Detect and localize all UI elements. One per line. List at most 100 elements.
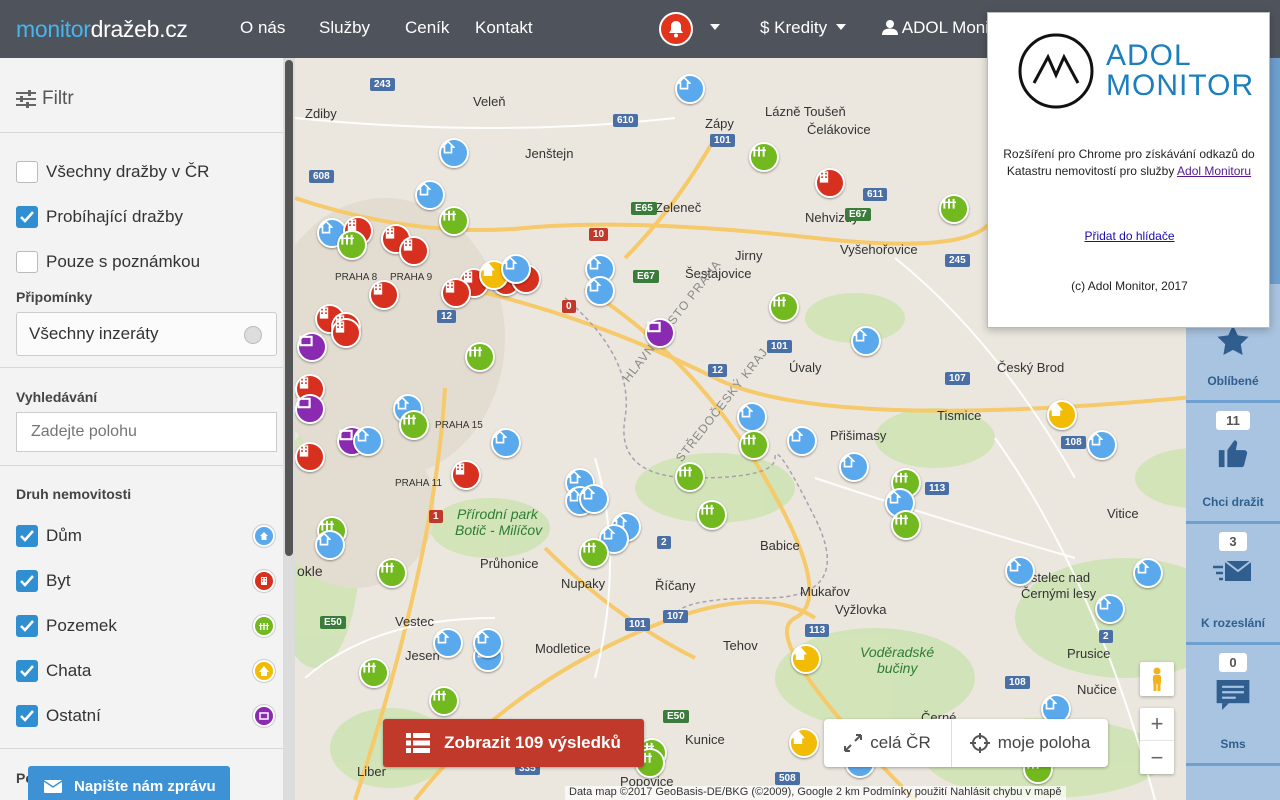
map-marker-house[interactable] — [851, 326, 881, 356]
map-label: Zdiby — [305, 106, 337, 121]
map-marker-house[interactable] — [1005, 556, 1035, 586]
checkbox-checked[interactable] — [16, 525, 38, 547]
my-location-button[interactable]: moje poloha — [952, 733, 1108, 753]
map-marker-land[interactable] — [439, 206, 469, 236]
whole-country-button[interactable]: celá ČR — [824, 719, 952, 767]
location-search-input[interactable] — [16, 412, 277, 452]
zoom-in-button[interactable]: + — [1140, 708, 1174, 741]
checkbox[interactable] — [16, 161, 38, 183]
map-marker-land[interactable] — [377, 558, 407, 588]
map-marker-house[interactable] — [1087, 430, 1117, 460]
map-marker-house[interactable] — [579, 484, 609, 514]
credits-menu[interactable]: $ Kredity — [760, 18, 827, 38]
more-tile[interactable] — [1186, 766, 1280, 800]
tile-label: Oblíbené — [1207, 374, 1259, 388]
map-marker-land[interactable] — [749, 142, 779, 172]
road-number: 2 — [657, 536, 671, 549]
notifications-bell-icon[interactable] — [659, 12, 693, 46]
type-flat[interactable]: Byt — [16, 570, 275, 592]
map-marker-land[interactable] — [399, 410, 429, 440]
map-label: Tismice — [937, 408, 982, 423]
map-marker-chata[interactable] — [1047, 400, 1077, 430]
option-running-auctions[interactable]: Probíhající dražby — [16, 206, 183, 228]
map-marker-flat[interactable] — [815, 168, 845, 198]
map-marker-land[interactable] — [675, 462, 705, 492]
checkbox-checked[interactable] — [16, 660, 38, 682]
map-marker-house[interactable] — [737, 402, 767, 432]
map-marker-flat[interactable] — [295, 442, 325, 472]
road-number: 608 — [309, 170, 334, 183]
map-marker-other[interactable] — [297, 332, 327, 362]
sidebar-scrollbar[interactable] — [283, 58, 295, 800]
reminders-select[interactable]: Všechny inzeráty — [16, 312, 277, 356]
map-marker-flat[interactable] — [331, 318, 361, 348]
option-all-auctions[interactable]: Všechny dražby v ČR — [16, 161, 209, 183]
type-land[interactable]: Pozemek — [16, 615, 275, 637]
checkbox-checked[interactable] — [16, 615, 38, 637]
option-with-notes[interactable]: Pouze s poznámkou — [16, 251, 200, 273]
show-results-button[interactable]: Zobrazit 109 výsledků — [383, 719, 644, 767]
map-marker-house[interactable] — [1095, 594, 1125, 624]
map-marker-other[interactable] — [295, 394, 325, 424]
map-marker-land[interactable] — [739, 430, 769, 460]
map-marker-house[interactable] — [315, 530, 345, 560]
checkbox-checked[interactable] — [16, 570, 38, 592]
sms-tile[interactable]: 0 Sms — [1186, 645, 1280, 763]
map-marker-land[interactable] — [337, 230, 367, 260]
map-marker-flat[interactable] — [369, 280, 399, 310]
nav-about[interactable]: O nás — [240, 18, 285, 38]
want-to-bid-tile[interactable]: 11 Chci dražit — [1186, 403, 1280, 521]
check-icon — [20, 530, 34, 542]
map-marker-land[interactable] — [359, 658, 389, 688]
nav-services[interactable]: Služby — [319, 18, 370, 38]
type-cottage[interactable]: Chata — [16, 660, 275, 682]
map-marker-house[interactable] — [491, 428, 521, 458]
map-marker-house[interactable] — [473, 628, 503, 658]
road-number: 101 — [710, 134, 735, 147]
write-message-button[interactable]: Napište nám zprávu — [28, 766, 230, 800]
map-marker-house[interactable] — [839, 452, 869, 482]
type-label: Chata — [46, 661, 92, 680]
map-marker-flat[interactable] — [451, 460, 481, 490]
map-marker-land[interactable] — [697, 500, 727, 530]
scrollbar-thumb[interactable] — [285, 60, 293, 556]
map-marker-land[interactable] — [579, 538, 609, 568]
nav-contact[interactable]: Kontakt — [475, 18, 533, 38]
map-marker-house[interactable] — [1133, 558, 1163, 588]
map-marker-house[interactable] — [415, 180, 445, 210]
map-marker-land[interactable] — [429, 686, 459, 716]
to-send-tile[interactable]: 3 K rozeslání — [1186, 524, 1280, 642]
map-marker-house[interactable] — [433, 628, 463, 658]
map-marker-house[interactable] — [787, 426, 817, 456]
checkbox[interactable] — [16, 251, 38, 273]
type-other[interactable]: Ostatní — [16, 705, 275, 727]
map-marker-land[interactable] — [465, 342, 495, 372]
map-marker-chata[interactable] — [789, 728, 819, 758]
map-marker-other[interactable] — [645, 318, 675, 348]
map-marker-house[interactable] — [439, 138, 469, 168]
map-marker-land[interactable] — [939, 194, 969, 224]
star-icon — [1217, 325, 1249, 356]
map-marker-flat[interactable] — [399, 236, 429, 266]
map-marker-flat[interactable] — [441, 278, 471, 308]
checkbox-checked[interactable] — [16, 705, 38, 727]
map-label: Liber — [357, 764, 386, 779]
map-marker-house[interactable] — [353, 426, 383, 456]
map-marker-chata[interactable] — [791, 644, 821, 674]
nav-pricing[interactable]: Ceník — [405, 18, 449, 38]
map-marker-land[interactable] — [769, 292, 799, 322]
adol-monitor-link[interactable]: Adol Monitoru — [1177, 164, 1251, 178]
checkbox-checked[interactable] — [16, 206, 38, 228]
credits-caret-icon[interactable] — [836, 24, 846, 30]
zoom-out-button[interactable]: − — [1140, 741, 1174, 774]
user-menu[interactable]: ADOL Moni — [882, 18, 989, 38]
street-view-pegman-icon[interactable] — [1140, 662, 1174, 696]
type-house[interactable]: Dům — [16, 525, 275, 547]
map-marker-house[interactable] — [585, 276, 615, 306]
brand-logo[interactable]: monitordražeb.cz — [16, 16, 188, 43]
map-marker-house[interactable] — [501, 254, 531, 284]
map-marker-house[interactable] — [675, 74, 705, 104]
add-to-watch-link[interactable]: Přidat do hlídače — [988, 229, 1271, 243]
map-marker-land[interactable] — [891, 510, 921, 540]
notifications-caret-icon[interactable] — [710, 24, 720, 30]
